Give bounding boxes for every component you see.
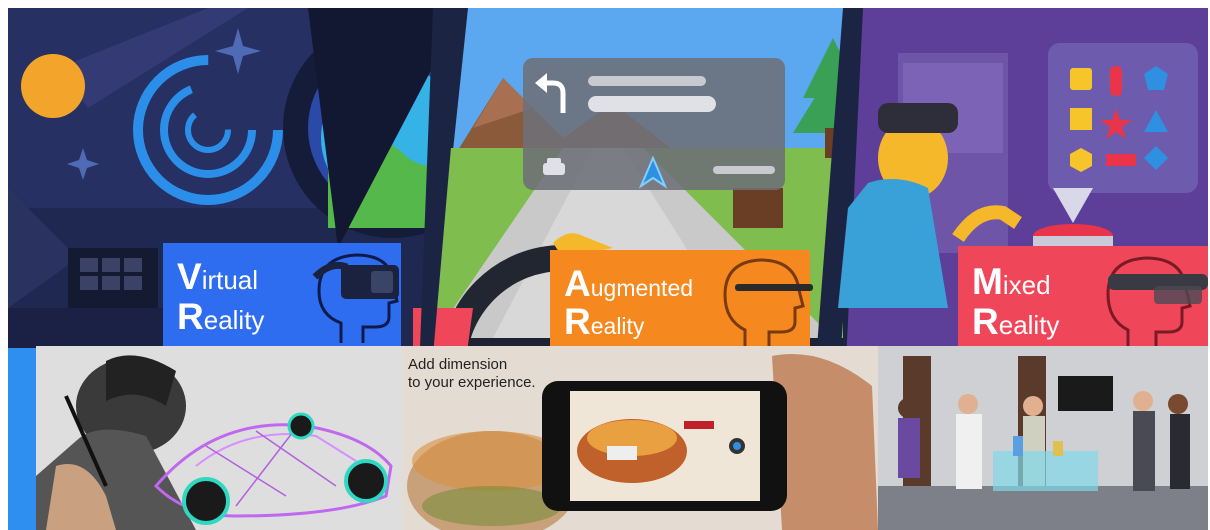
vr-car-design-photo [36, 346, 402, 530]
xr-collage: Virtual Reality Augmented Reality Mixed … [8, 8, 1208, 530]
ar-caption: Add dimension to your experience. [408, 356, 536, 392]
mr-meeting-image [878, 346, 1208, 530]
mr-word-1: ixed [1002, 270, 1051, 300]
vr-word-1: irtual [201, 265, 259, 295]
mr-initial-2: R [972, 301, 999, 342]
ar-word-1: ugmented [590, 275, 694, 301]
vr-car-wireframe-image [36, 346, 402, 530]
mr-label-card: Mixed Reality [958, 246, 1208, 352]
ar-word-2: eality [590, 313, 645, 339]
vr-initial-1: V [177, 256, 202, 297]
vr-headset-icon [312, 253, 399, 343]
mr-initial-1: M [972, 261, 1003, 302]
vr-label-card: Virtual Reality [163, 243, 401, 347]
ar-food-app-photo: Add dimension to your experience. [402, 346, 878, 530]
ar-caption-line-1: Add dimension [408, 356, 508, 373]
vr-word-2: eality [203, 305, 265, 335]
ar-glasses-icon [723, 258, 813, 350]
ar-initial-2: R [564, 301, 591, 342]
comet-icon [21, 54, 85, 118]
vr-initial-2: R [177, 296, 204, 337]
ar-initial-1: A [564, 263, 591, 304]
mr-headset-icon [1106, 256, 1208, 352]
ar-caption-line-2: to your experience. [408, 374, 536, 391]
ar-label-card: Augmented Reality [550, 250, 813, 350]
mr-word-2: eality [998, 310, 1060, 340]
mr-hologram-meeting-photo [878, 346, 1208, 530]
